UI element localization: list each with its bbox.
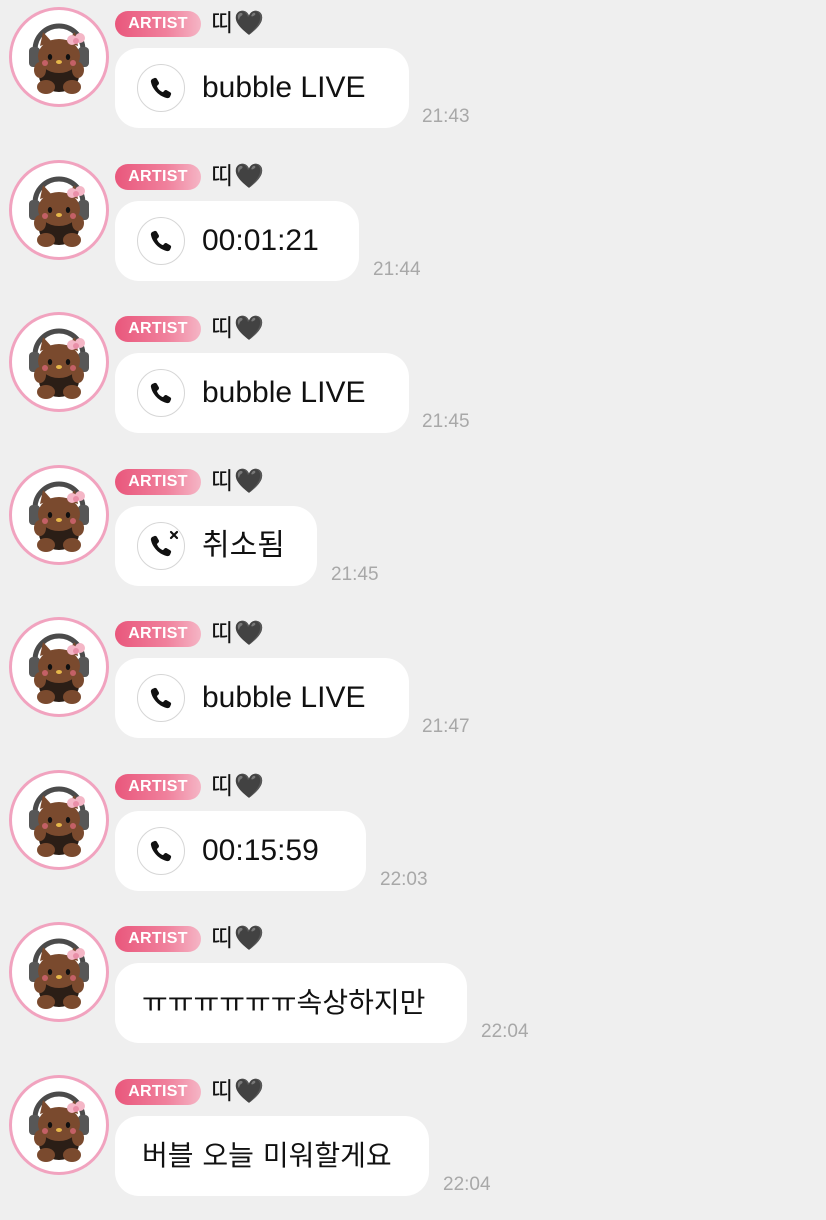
artist-badge: ARTIST [115,11,201,37]
timestamp: 21:43 [422,106,470,127]
sender-name[interactable]: 띠🖤 [211,1075,264,1107]
message-text: bubble LIVE [202,376,366,409]
message-row: ARTIST 띠🖤 버블 오늘 미워할게요 22:04 [0,1068,826,1220]
black-heart-emoji: 🖤 [234,619,264,647]
message-text: 00:15:59 [202,834,319,867]
message-row: ARTIST 띠🖤 00:15:59 22:03 [0,763,826,915]
sender-name-text: 띠 [211,772,234,800]
artist-badge: ARTIST [115,164,201,190]
phone-cancelled-icon [137,522,185,570]
black-heart-emoji: 🖤 [234,924,264,952]
message-text: 00:01:21 [202,224,319,257]
sender-name-text: 띠 [211,314,234,342]
message-text: bubble LIVE [202,71,366,104]
sender-name-text: 띠 [211,1077,234,1105]
call-bubble[interactable]: 00:01:21 [115,201,359,281]
message-row: ARTIST 띠🖤 취소됨 21:45 [0,458,826,610]
message-row: ARTIST 띠🖤 bubble LIVE 21:43 [0,0,826,152]
black-heart-emoji: 🖤 [234,1077,264,1105]
phone-icon [137,674,185,722]
avatar[interactable] [12,620,106,714]
message-row: ARTIST 띠🖤 00:01:21 21:44 [0,153,826,305]
artist-badge: ARTIST [115,926,201,952]
sender-name-text: 띠 [211,619,234,647]
black-heart-emoji: 🖤 [234,314,264,342]
sender-name-text: 띠 [211,467,234,495]
avatar[interactable] [12,163,106,257]
timestamp: 21:44 [373,259,421,280]
sender-name[interactable]: 띠🖤 [211,160,264,192]
timestamp: 22:03 [380,869,428,890]
message-bubble[interactable]: 버블 오늘 미워할게요 [115,1116,429,1196]
timestamp: 22:04 [443,1174,491,1195]
timestamp: 22:04 [481,1021,529,1042]
black-heart-emoji: 🖤 [234,162,264,190]
message-row: ARTIST 띠🖤 bubble LIVE 21:47 [0,610,826,762]
phone-icon [137,369,185,417]
phone-icon [137,827,185,875]
chat-thread[interactable]: ARTIST 띠🖤 bubble LIVE 21:43 ARTIST 띠🖤 00… [0,0,826,1200]
sender-name[interactable]: 띠🖤 [211,617,264,649]
phone-icon [137,64,185,112]
sender-name[interactable]: 띠🖤 [211,312,264,344]
call-bubble[interactable]: 취소됨 [115,506,317,586]
artist-badge: ARTIST [115,774,201,800]
message-text: ㅠㅠㅠㅠㅠㅠ속상하지만 [142,986,426,1019]
black-heart-emoji: 🖤 [234,772,264,800]
sender-name[interactable]: 띠🖤 [211,7,264,39]
call-bubble[interactable]: bubble LIVE [115,353,409,433]
message-bubble[interactable]: ㅠㅠㅠㅠㅠㅠ속상하지만 [115,963,467,1043]
avatar[interactable] [12,315,106,409]
avatar[interactable] [12,773,106,867]
message-row: ARTIST 띠🖤 bubble LIVE 21:45 [0,305,826,457]
avatar[interactable] [12,1078,106,1172]
call-bubble[interactable]: bubble LIVE [115,48,409,128]
black-heart-emoji: 🖤 [234,9,264,37]
sender-name[interactable]: 띠🖤 [211,770,264,802]
artist-badge: ARTIST [115,469,201,495]
timestamp: 21:45 [422,411,470,432]
timestamp: 21:45 [331,564,379,585]
avatar[interactable] [12,10,106,104]
message-text: 버블 오늘 미워할게요 [142,1139,392,1172]
call-bubble[interactable]: bubble LIVE [115,658,409,738]
artist-badge: ARTIST [115,621,201,647]
avatar[interactable] [12,925,106,1019]
artist-badge: ARTIST [115,316,201,342]
phone-icon [137,217,185,265]
sender-name[interactable]: 띠🖤 [211,922,264,954]
message-text: bubble LIVE [202,681,366,714]
sender-name-text: 띠 [211,924,234,952]
sender-name[interactable]: 띠🖤 [211,465,264,497]
sender-name-text: 띠 [211,9,234,37]
call-bubble[interactable]: 00:15:59 [115,811,366,891]
artist-badge: ARTIST [115,1079,201,1105]
message-row: ARTIST 띠🖤 ㅠㅠㅠㅠㅠㅠ속상하지만 22:04 [0,915,826,1067]
avatar[interactable] [12,468,106,562]
timestamp: 21:47 [422,716,470,737]
message-text: 취소됨 [202,529,285,562]
sender-name-text: 띠 [211,162,234,190]
black-heart-emoji: 🖤 [234,467,264,495]
